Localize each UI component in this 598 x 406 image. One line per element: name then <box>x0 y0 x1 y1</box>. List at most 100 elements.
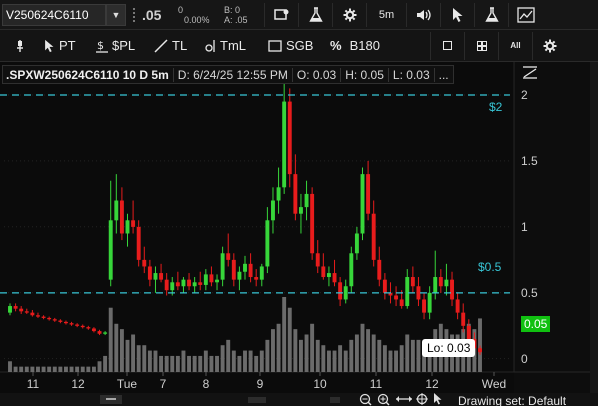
volume-bar <box>103 355 108 372</box>
studies-button[interactable] <box>298 2 332 27</box>
square-button[interactable] <box>430 31 464 60</box>
chart-settings-button[interactable] <box>264 2 298 27</box>
grid-layout-button[interactable] <box>464 31 498 60</box>
candle-body <box>321 266 326 278</box>
candle-body <box>455 299 460 313</box>
candle-body <box>287 101 292 175</box>
pin-button[interactable] <box>0 32 40 60</box>
chevron-down-icon: ▼ <box>111 9 121 20</box>
candle-body <box>360 174 365 234</box>
x-tick-label: Wed <box>482 377 506 391</box>
symbol-input[interactable]: V250624C6110 <box>2 3 106 26</box>
volume-bar <box>86 366 91 372</box>
gear-icon <box>343 8 356 21</box>
price-level-tool[interactable]: $ $PL <box>92 32 150 60</box>
chart-symbol[interactable]: .SPXW250624C6110 10 D 5m <box>3 67 174 82</box>
candle-body <box>366 174 371 214</box>
candle-body <box>142 259 147 267</box>
percent-icon: % <box>330 38 342 53</box>
timeframe-button[interactable]: 5m <box>366 2 406 27</box>
volume-bar <box>298 339 303 372</box>
candle-body <box>47 317 52 320</box>
y-tick-label: 1.5 <box>521 154 538 168</box>
timeline-icon <box>205 39 215 52</box>
candle-body <box>220 253 225 280</box>
drawing-set-label[interactable]: Drawing set: Default <box>458 394 566 406</box>
ask-value: A: .05 <box>224 14 248 25</box>
volume-bar <box>478 318 482 372</box>
candle-body <box>119 200 124 234</box>
pin-icon <box>17 39 23 52</box>
chart-style-icon <box>516 6 535 23</box>
candle-body <box>181 279 186 287</box>
candle-body <box>377 259 382 280</box>
volume-bar <box>136 345 141 372</box>
candle-body <box>75 324 80 326</box>
chart-settings-icon <box>273 8 288 20</box>
volume-bar <box>24 366 29 372</box>
candle-body <box>478 348 482 353</box>
candle-body <box>209 274 214 283</box>
low-annotation: Lo: 0.03 <box>422 339 476 357</box>
all-button[interactable]: All <box>498 31 532 60</box>
cursor-button[interactable] <box>440 2 474 27</box>
sound-button[interactable] <box>406 2 440 27</box>
candle-body <box>310 193 315 254</box>
percent-tool[interactable]: % B180 <box>326 32 416 60</box>
chart-style-button[interactable] <box>508 2 542 27</box>
volume-bar <box>321 345 326 372</box>
toolbar-settings-button[interactable] <box>532 31 566 60</box>
header-more[interactable]: ... <box>435 68 453 82</box>
grip-handle-icon[interactable] <box>129 4 139 26</box>
symbol-dropdown-button[interactable]: ▼ <box>106 3 126 26</box>
percent-tool-label: B180 <box>349 38 380 53</box>
candle-body <box>444 279 449 287</box>
scroll-arrow[interactable] <box>330 397 340 403</box>
volume-bar <box>153 350 158 372</box>
volume-bar <box>354 334 359 372</box>
candle-body <box>69 323 74 325</box>
y-tick-label: 0.5 <box>521 286 538 300</box>
volume-bar <box>97 361 102 372</box>
candle-body <box>80 325 85 328</box>
volume-bar <box>19 366 24 372</box>
scroll-thumb[interactable] <box>248 397 266 403</box>
volume-bar <box>371 334 376 372</box>
right-scrollbar[interactable] <box>590 62 598 406</box>
volume-bar <box>248 350 253 372</box>
volume-bar <box>237 355 242 372</box>
volume-bar <box>181 350 186 372</box>
sgb-tool[interactable]: SGB <box>264 32 326 60</box>
change-value: 0 <box>178 4 184 15</box>
volume-bar <box>388 350 393 372</box>
price-chart[interactable]: 2 1.5 1 0.5 0 11 12 Tue 7 8 9 10 11 12 Wed .SPXW25062… <box>0 62 598 406</box>
candle-body <box>450 279 454 300</box>
volume-bar <box>310 323 315 372</box>
volume-bar <box>114 323 119 372</box>
volume-bar <box>293 329 298 372</box>
volume-bar <box>164 355 169 372</box>
candle-body <box>254 277 259 280</box>
flask-studies-button[interactable] <box>474 2 508 27</box>
volume-bar <box>91 366 96 372</box>
chart-canvas[interactable]: 2 1.5 1 0.5 0 11 12 Tue 7 8 9 10 11 12 Wed <box>0 62 598 406</box>
trendline-tool[interactable]: TL <box>150 32 200 60</box>
volume-bar <box>276 323 281 372</box>
volume-bar <box>410 339 415 372</box>
settings-button[interactable] <box>332 2 366 27</box>
dollar-line-icon: $ <box>96 39 108 53</box>
pointer-tool[interactable]: PT <box>40 32 92 60</box>
x-tick-label: 8 <box>203 377 210 391</box>
candle-body <box>343 286 348 300</box>
candle-body <box>36 315 40 317</box>
volume-bar <box>265 339 270 372</box>
volume-bar <box>170 355 175 372</box>
flask-icon-2 <box>484 6 499 22</box>
candle-body <box>153 273 158 280</box>
bar-low: L: 0.03 <box>389 67 435 82</box>
x-tick-label: 9 <box>257 377 264 391</box>
volume-bar <box>399 345 404 372</box>
candle-body <box>114 200 119 221</box>
candle-body <box>332 273 337 283</box>
timeline-tool[interactable]: TmL <box>200 32 264 60</box>
